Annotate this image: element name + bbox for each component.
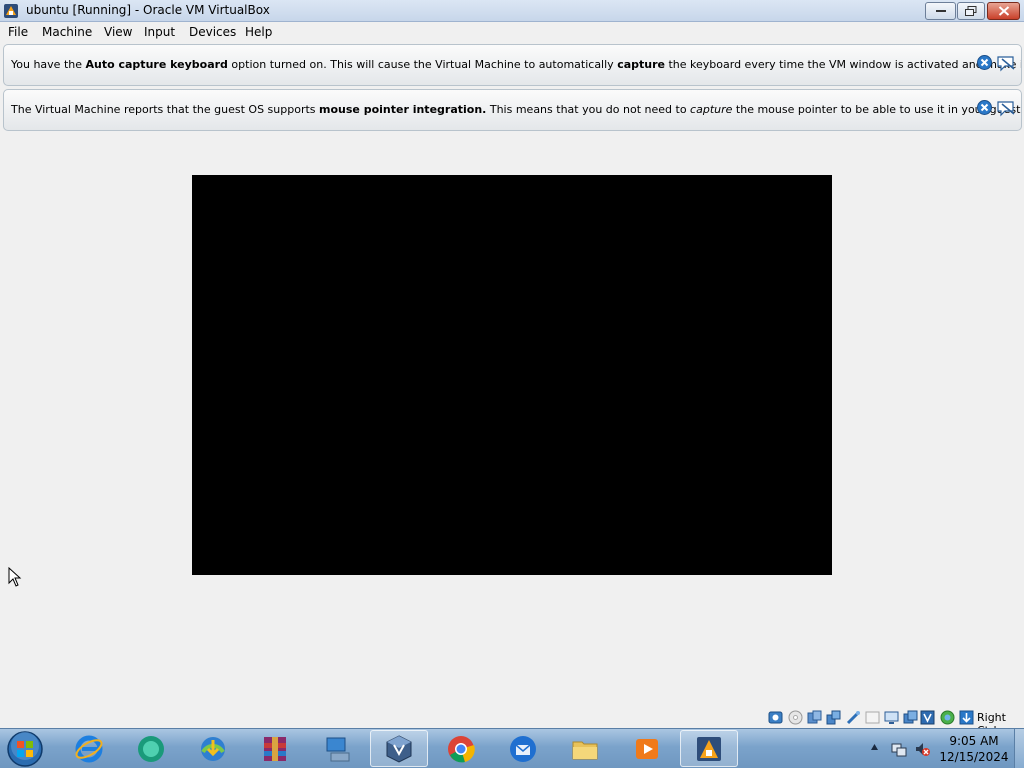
close-icon: [998, 6, 1009, 16]
taskbar-thunderbird[interactable]: [494, 730, 552, 767]
banner-text-segment: The Virtual Machine reports that the gue…: [11, 103, 320, 116]
chrome-icon: [448, 735, 475, 762]
usb-icon[interactable]: [846, 710, 861, 725]
restore-icon: [965, 6, 977, 16]
taskbar-chrome[interactable]: [432, 730, 490, 767]
taskbar-virtualbox-vm[interactable]: [680, 730, 738, 767]
restore-button[interactable]: [957, 2, 985, 20]
taskbar-file-explorer[interactable]: [556, 730, 614, 767]
banner-message: The Virtual Machine reports that the gue…: [11, 103, 1021, 116]
close-button[interactable]: [987, 2, 1020, 20]
mouse-cursor-icon: [8, 567, 22, 587]
system-clock[interactable]: 9:05 AM 12/15/2024: [938, 733, 1010, 765]
banner-text-segment: You have the: [11, 58, 86, 71]
menu-help[interactable]: Help: [245, 25, 272, 39]
taskbar-network-computer[interactable]: [308, 730, 366, 767]
virtualization-icon[interactable]: [920, 710, 935, 725]
virtualbox-vm-icon: [697, 736, 721, 761]
banner-text-segment: This means that you do not need to: [486, 103, 691, 116]
do-not-show-again-icon[interactable]: [997, 100, 1016, 117]
menu-file[interactable]: File: [8, 25, 28, 39]
thunderbird-icon: [510, 735, 536, 762]
mouse-integration-icon[interactable]: [940, 710, 955, 725]
download-manager-icon: [201, 736, 225, 761]
banner-text-italic: capture: [690, 103, 733, 116]
network-icon[interactable]: [826, 710, 841, 725]
taskbar-media-player[interactable]: [618, 730, 676, 767]
menu-machine[interactable]: Machine: [42, 25, 92, 39]
menu-input[interactable]: Input: [144, 25, 175, 39]
clock-time: 9:05 AM: [949, 734, 999, 748]
internet-explorer-icon: [75, 735, 103, 762]
virtualbox-icon: [4, 4, 18, 18]
show-hidden-icons-icon[interactable]: [870, 743, 879, 751]
close-banner-icon[interactable]: [977, 100, 992, 115]
vm-status-bar: Right Ctrl: [0, 708, 1024, 737]
browser-icon: [138, 735, 164, 762]
vm-display[interactable]: [192, 175, 832, 575]
window-title: ubuntu [Running] - Oracle VM VirtualBox: [26, 3, 270, 17]
menu-bar: File Machine View Input Devices Help: [0, 23, 1024, 43]
audio-icon[interactable]: [807, 710, 822, 725]
show-desktop-button[interactable]: [1014, 729, 1024, 768]
close-banner-icon[interactable]: [977, 55, 992, 70]
optical-disk-icon[interactable]: [788, 710, 803, 725]
network-tray-icon[interactable]: [891, 741, 907, 757]
start-button-icon[interactable]: [6, 730, 44, 768]
taskbar-download-manager[interactable]: [184, 730, 242, 767]
banner-text-bold: Auto capture keyboard: [85, 58, 228, 71]
volume-muted-icon[interactable]: [914, 741, 930, 757]
minimize-button[interactable]: [925, 2, 956, 20]
taskbar-browser[interactable]: [122, 730, 180, 767]
media-player-icon: [636, 738, 658, 759]
clock-date: 12/15/2024: [939, 750, 1009, 764]
banner-text-bold: capture: [617, 58, 665, 71]
winrar-icon: [264, 736, 286, 761]
taskbar-virtualbox-manager[interactable]: [370, 730, 428, 767]
banner-message: You have the Auto capture keyboard optio…: [11, 58, 1021, 71]
title-bar: ubuntu [Running] - Oracle VM VirtualBox: [0, 0, 1024, 22]
shared-folders-icon[interactable]: [865, 710, 880, 725]
auto-capture-keyboard-banner: You have the Auto capture keyboard optio…: [3, 44, 1022, 86]
do-not-show-again-icon[interactable]: [997, 55, 1016, 72]
keyboard-capture-icon[interactable]: [959, 710, 974, 725]
windows-taskbar: 9:05 AM 12/15/2024: [0, 728, 1024, 768]
hard-disk-icon[interactable]: [768, 710, 783, 725]
network-computer-icon: [326, 737, 350, 761]
taskbar-winrar[interactable]: [246, 730, 304, 767]
banner-text-bold: mouse pointer integration.: [319, 103, 487, 116]
menu-view[interactable]: View: [104, 25, 132, 39]
menu-devices[interactable]: Devices: [189, 25, 236, 39]
minimize-icon: [935, 10, 946, 12]
mouse-integration-banner: The Virtual Machine reports that the gue…: [3, 89, 1022, 131]
display-icon[interactable]: [884, 710, 899, 725]
video-capture-icon[interactable]: [903, 710, 918, 725]
virtualbox-manager-icon: [386, 734, 412, 763]
taskbar-internet-explorer[interactable]: [60, 730, 118, 767]
file-explorer-icon: [572, 741, 598, 759]
banner-text-segment: the keyboard every time the VM window is…: [668, 58, 1021, 71]
banner-text-segment: option turned on. This will cause the Vi…: [227, 58, 618, 71]
